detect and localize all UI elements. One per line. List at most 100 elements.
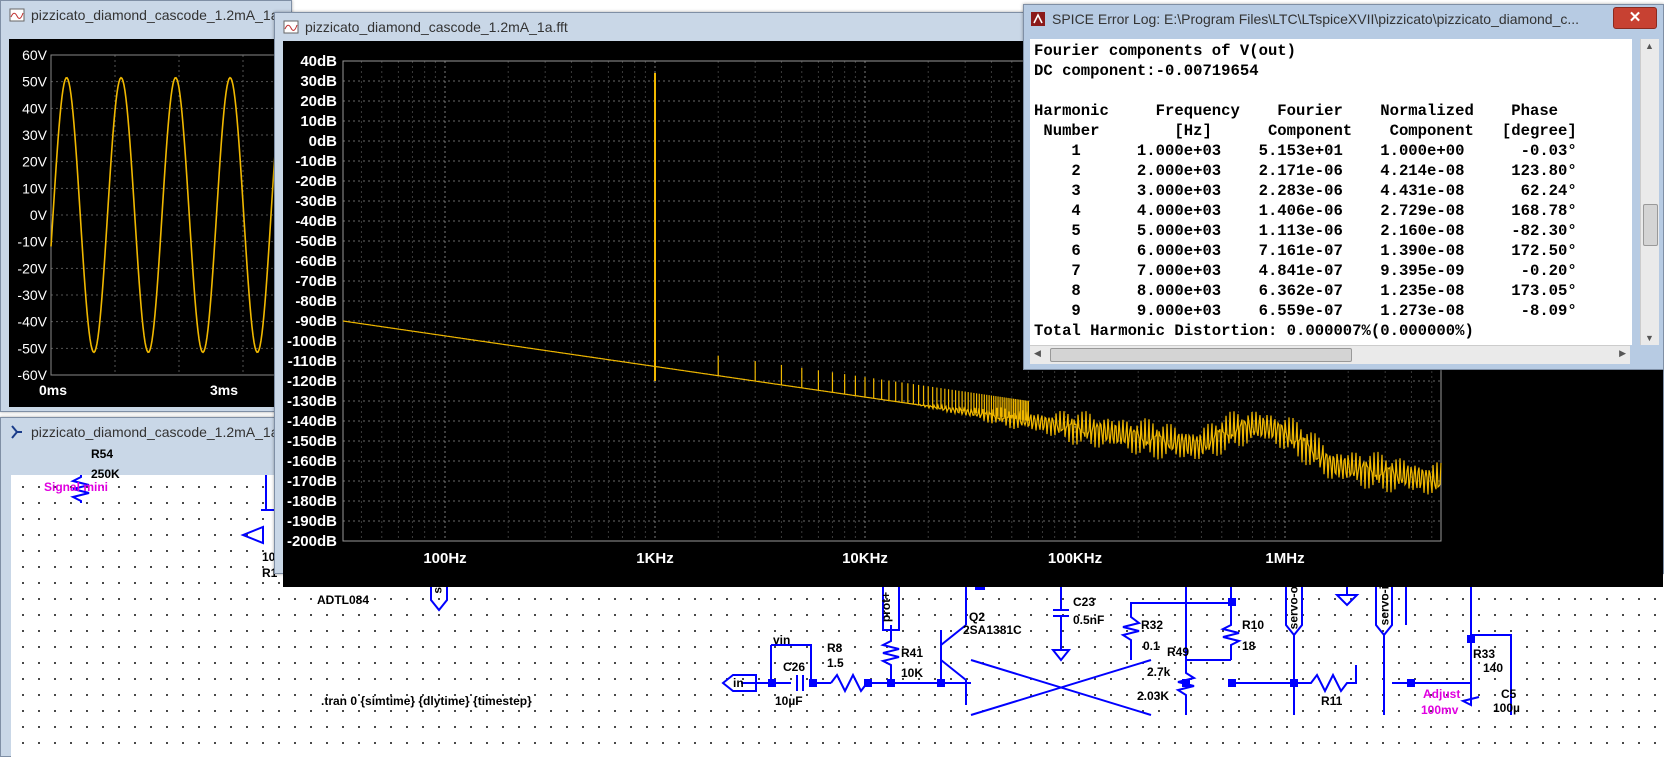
x-tick-label: 10KHz — [842, 550, 888, 567]
y-tick-label: 30dB — [300, 73, 337, 90]
fft-title: pizzicato_diamond_cascode_1.2mA_1a.fft — [305, 19, 568, 35]
time-plot-titlebar[interactable]: pizzicato_diamond_cascode_1.2mA_1a — [1, 1, 291, 29]
scroll-down-arrow[interactable]: ▼ — [1645, 333, 1654, 343]
y-tick-label: 40V — [22, 100, 48, 116]
y-tick-label: -30dB — [295, 193, 337, 210]
y-tick-label: -40dB — [295, 213, 337, 230]
y-tick-label: 60V — [22, 47, 48, 63]
error-log-content[interactable]: Fourier components of V(out) DC componen… — [1030, 39, 1632, 345]
scroll-thumb[interactable] — [1643, 204, 1658, 246]
time-plot-window[interactable]: pizzicato_diamond_cascode_1.2mA_1a 60V 50… — [0, 0, 302, 412]
schematic-title: pizzicato_diamond_cascode_1.2mA_1a — [31, 424, 279, 440]
y-tick-label: 10V — [22, 180, 48, 196]
r41-value: 10K — [901, 666, 924, 680]
r8-label: R8 — [827, 641, 843, 655]
y-tick-label: -130dB — [287, 393, 337, 410]
time-plot-area[interactable]: 60V 50V 40V 30V 20V 10V 0V -10V -20V -30V -40V -50V… — [9, 39, 302, 407]
r32-label: R32 — [1141, 618, 1164, 632]
c23-value: 0.5nF — [1073, 613, 1105, 627]
y-tick-label: -100dB — [287, 333, 337, 350]
y-tick-label: -180dB — [287, 493, 337, 510]
y-tick-label: -60V — [17, 367, 47, 383]
x-tick-label: 100KHz — [1048, 550, 1102, 567]
y-tick-label: -110dB — [288, 353, 337, 370]
spice-app-icon — [1031, 12, 1045, 26]
y-tick-label: -30V — [17, 287, 47, 303]
r10-label: R10 — [1242, 618, 1265, 632]
r-2k03-value: 2.03K — [1137, 689, 1170, 703]
hscroll-thumb[interactable] — [1050, 348, 1352, 362]
x-tick-label: 0ms — [39, 382, 67, 398]
close-button[interactable]: ✕ — [1613, 7, 1657, 29]
waveform-app-icon — [9, 8, 25, 22]
adtl-label: ADTL084 — [317, 593, 370, 607]
y-tick-label: -170dB — [287, 473, 337, 490]
r33-value: 140 — [1483, 661, 1504, 675]
y-tick-label: -50V — [17, 340, 47, 356]
y-tick-label: 10dB — [300, 113, 337, 130]
y-tick-label: -80dB — [295, 293, 337, 310]
vin-label: vin — [773, 633, 791, 647]
y-tick-label: -90dB — [295, 313, 337, 330]
horizontal-scrollbar[interactable]: ◀ ▶ — [1030, 345, 1630, 364]
y-tick-label: 40dB — [300, 53, 337, 70]
scroll-right-arrow[interactable]: ▶ — [1619, 348, 1626, 359]
y-tick-label: -160dB — [287, 453, 337, 470]
c26-label: C26 — [783, 660, 806, 674]
x-tick-label: 100Hz — [423, 550, 466, 567]
y-tick-label: -20dB — [295, 173, 337, 190]
scroll-left-arrow[interactable]: ◀ — [1034, 348, 1041, 359]
y-tick-label: -200dB — [287, 533, 337, 550]
y-tick-label: 30V — [22, 127, 48, 143]
adjust-value: 100mv — [1421, 703, 1459, 717]
error-log-title: SPICE Error Log: E:\Program Files\LTC\LT… — [1052, 11, 1580, 27]
error-log-titlebar[interactable]: SPICE Error Log: E:\Program Files\LTC\LT… — [1024, 5, 1663, 33]
x-tick-label: 1KHz — [636, 550, 674, 567]
y-tick-label: 0dB — [309, 133, 338, 150]
c26-value: 10µF — [775, 694, 803, 708]
y-tick-label: -70dB — [295, 273, 337, 290]
r41-label: R41 — [901, 646, 924, 660]
y-tick-label: -20V — [17, 260, 47, 276]
tran-directive[interactable]: .tran 0 {simtime} {dlytime} {timestep} — [321, 694, 532, 708]
r33-label: R33 — [1473, 647, 1496, 661]
adjust-label: Adjust — [1423, 687, 1461, 701]
r49-value: 2.7k — [1147, 665, 1171, 679]
r49-label: R49 — [1167, 645, 1190, 659]
y-tick-label: -140dB — [287, 413, 337, 430]
y-tick-label: -60dB — [295, 253, 337, 270]
c5-value: 100µ — [1493, 701, 1520, 715]
q2-value: 2SA1381C — [963, 623, 1022, 637]
y-tick-label: -120dB — [287, 373, 337, 390]
error-log-window[interactable]: SPICE Error Log: E:\Program Files\LTC\LT… — [1023, 4, 1664, 370]
signal-mini-label: Signal mini — [44, 480, 109, 494]
r10-value: 18 — [1242, 639, 1256, 653]
y-tick-label: 50V — [22, 74, 48, 90]
y-tick-label: 20dB — [300, 93, 337, 110]
y-tick-label: -190dB — [287, 513, 337, 530]
r54-label: R54 — [91, 447, 114, 461]
c23-label: C23 — [1073, 595, 1096, 609]
y-tick-label: -10V — [17, 234, 47, 250]
vertical-scrollbar[interactable]: ▲ ▼ — [1640, 39, 1659, 345]
c5-label: C5 — [1501, 687, 1517, 701]
schematic-app-icon — [11, 425, 22, 439]
scroll-up-arrow[interactable]: ▲ — [1645, 41, 1654, 51]
y-tick-label: 20V — [22, 154, 48, 170]
time-plot-title: pizzicato_diamond_cascode_1.2mA_1a — [31, 7, 279, 23]
y-tick-label: -50dB — [295, 233, 337, 250]
r54-value: 250K — [91, 467, 120, 481]
x-tick-label: 3ms — [210, 382, 238, 398]
r8-value: 1.5 — [827, 656, 844, 670]
time-plot-svg: 60V 50V 40V 30V 20V 10V 0V -10V -20V -30V -40V -50V… — [17, 47, 302, 398]
y-tick-label: -10dB — [295, 153, 337, 170]
y-tick-label: -40V — [17, 314, 47, 330]
q2-label: Q2 — [969, 610, 986, 624]
y-tick-label: 0V — [30, 207, 48, 223]
r32-value: 0.1 — [1143, 639, 1160, 653]
error-log-text: Fourier components of V(out) DC componen… — [1034, 42, 1577, 340]
in-port-label: in — [733, 676, 744, 690]
waveform-app-icon — [283, 20, 299, 34]
r11-label: R11 — [1321, 694, 1343, 708]
x-tick-label: 1MHz — [1265, 550, 1304, 567]
